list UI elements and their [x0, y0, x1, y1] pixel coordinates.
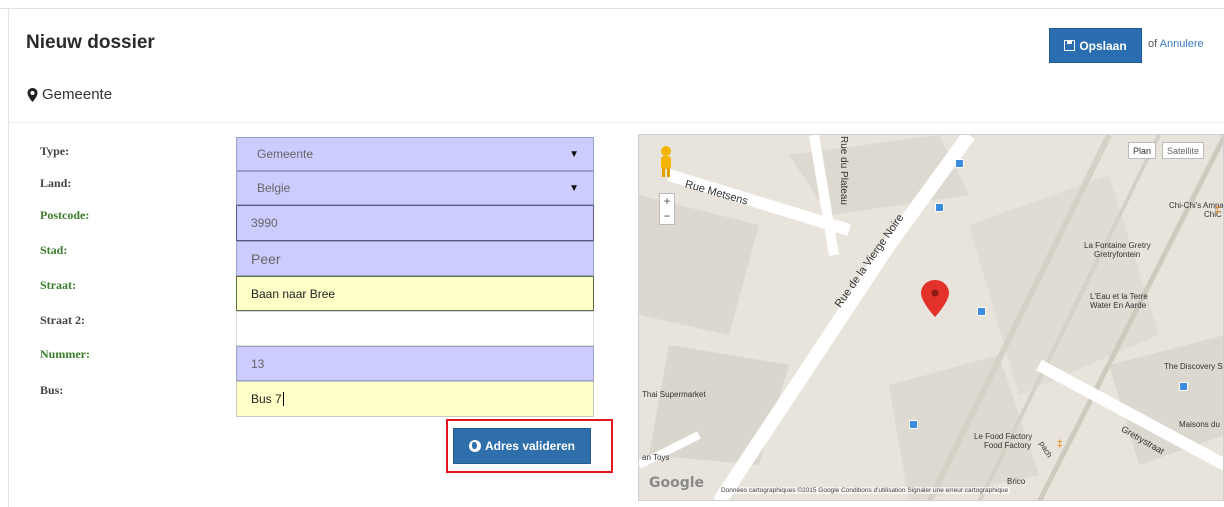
label-postcode: Postcode:: [40, 208, 90, 222]
label-stad: Stad:: [40, 243, 68, 257]
or-text: of: [1148, 38, 1158, 50]
map[interactable]: + − Plan Satellite Rue Metsens Rue du Pla…: [638, 134, 1224, 501]
map-marker-icon: [27, 87, 38, 102]
map-footer: Données cartographiques ©2015 Google Con…: [719, 487, 1011, 494]
label-straat: Straat:: [40, 278, 76, 292]
place-label: The Discovery Sto: [1164, 362, 1224, 371]
map-type-plan-button[interactable]: Plan: [1128, 142, 1157, 159]
nummer-input[interactable]: 13: [236, 346, 594, 381]
floppy-icon: [1064, 40, 1076, 51]
place-label: Water En Aarde: [1090, 301, 1147, 310]
section-divider: [9, 122, 1224, 123]
place-label: Thai Supermarket: [642, 390, 706, 399]
label-bus: Bus:: [40, 383, 64, 397]
label-land: Land:: [40, 176, 72, 190]
cancel-area: of Annulere: [1148, 38, 1204, 50]
type-select[interactable]: Gemeente ▼: [236, 137, 594, 171]
place-label: Gretryfontein: [1094, 250, 1141, 259]
street-label: Rue du Plateau: [837, 136, 849, 205]
restaurant-icon[interactable]: ‡: [1215, 205, 1221, 216]
google-logo: Google: [649, 475, 705, 491]
stad-value: Peer: [251, 250, 281, 267]
bus-input[interactable]: Bus 7: [236, 381, 594, 417]
page-title: Nieuw dossier: [26, 32, 155, 53]
label-nummer: Nummer:: [40, 347, 90, 361]
place-label: an Toys: [642, 453, 670, 462]
place-label: Maisons du: [1179, 420, 1220, 429]
panel-border: [8, 8, 9, 507]
type-value: Gemeente: [257, 147, 314, 161]
zoom-control[interactable]: + −: [659, 193, 675, 225]
dropdown-arrow-icon: ▼: [569, 148, 579, 160]
globe-icon: [468, 440, 481, 452]
poi-icon[interactable]: [935, 203, 944, 212]
street-view-icon[interactable]: [657, 145, 675, 179]
text-cursor: [282, 392, 284, 406]
straat-value: Baan naar Bree: [251, 286, 336, 301]
place-label: La Fontaine Gretry: [1084, 241, 1151, 250]
poi-icon[interactable]: [1179, 382, 1188, 391]
map-type-satellite-button[interactable]: Satellite: [1162, 142, 1205, 159]
validate-label: Adres valideren: [484, 439, 576, 453]
place-label: Brico: [1007, 477, 1026, 486]
section-title: Gemeente: [42, 86, 113, 103]
section-header: Gemeente: [27, 86, 112, 103]
poi-icon[interactable]: [909, 420, 918, 429]
poi-icon[interactable]: [977, 307, 986, 316]
restaurant-icon[interactable]: ‡: [1057, 439, 1063, 450]
cancel-link[interactable]: Annulere: [1160, 38, 1204, 50]
save-label: Opslaan: [1079, 38, 1127, 53]
place-label: L'Eau et la Terre: [1090, 292, 1148, 301]
label-straat2: Straat 2:: [40, 313, 85, 327]
save-button[interactable]: Opslaan: [1049, 28, 1142, 63]
poi-icon[interactable]: [955, 159, 964, 168]
stad-input[interactable]: Peer: [236, 241, 594, 276]
land-select[interactable]: Belgie ▼: [236, 171, 594, 205]
top-border: [0, 8, 1224, 9]
validate-address-button[interactable]: Adres valideren: [453, 428, 591, 464]
place-label: Le Food Factory: [974, 432, 1033, 441]
label-type: Type:: [40, 144, 70, 158]
place-label: Food Factory: [984, 441, 1032, 450]
straat-input[interactable]: Baan naar Bree: [236, 276, 594, 311]
plan-label: Plan: [1133, 145, 1152, 156]
land-value: Belgie: [257, 181, 291, 195]
nummer-value: 13: [251, 356, 265, 371]
satellite-label: Satellite: [1167, 145, 1200, 156]
straat2-input[interactable]: [236, 311, 594, 346]
postcode-value: 3990: [251, 216, 278, 230]
bus-value: Bus 7: [251, 392, 282, 406]
postcode-input[interactable]: 3990: [236, 205, 594, 241]
dropdown-arrow-icon: ▼: [569, 182, 579, 194]
